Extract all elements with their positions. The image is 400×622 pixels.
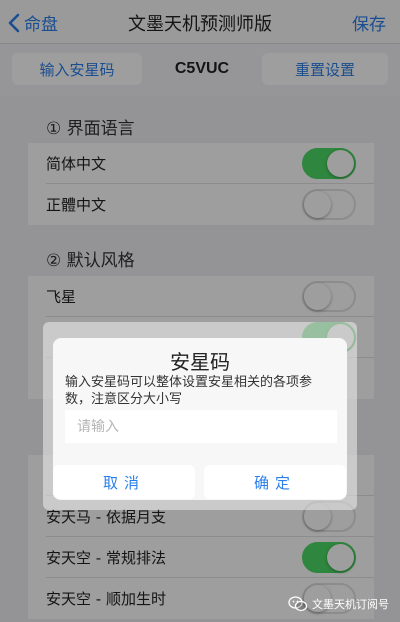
- watermark: 文墨天机订阅号: [288, 596, 389, 612]
- wechat-icon: [288, 596, 308, 612]
- modal-overlay: [0, 0, 400, 622]
- star-code-input[interactable]: [65, 410, 337, 443]
- confirm-button[interactable]: 确定: [204, 465, 346, 499]
- watermark-text: 文墨天机订阅号: [312, 598, 389, 611]
- star-code-dialog: 安星码 输入安星码可以整体设置安星相关的各项参数，注意区分大小写 取消 确定: [53, 338, 347, 500]
- dialog-title: 安星码: [170, 350, 230, 374]
- dialog-message: 输入安星码可以整体设置安星相关的各项参数，注意区分大小写: [65, 375, 313, 407]
- cancel-button[interactable]: 取消: [53, 465, 195, 499]
